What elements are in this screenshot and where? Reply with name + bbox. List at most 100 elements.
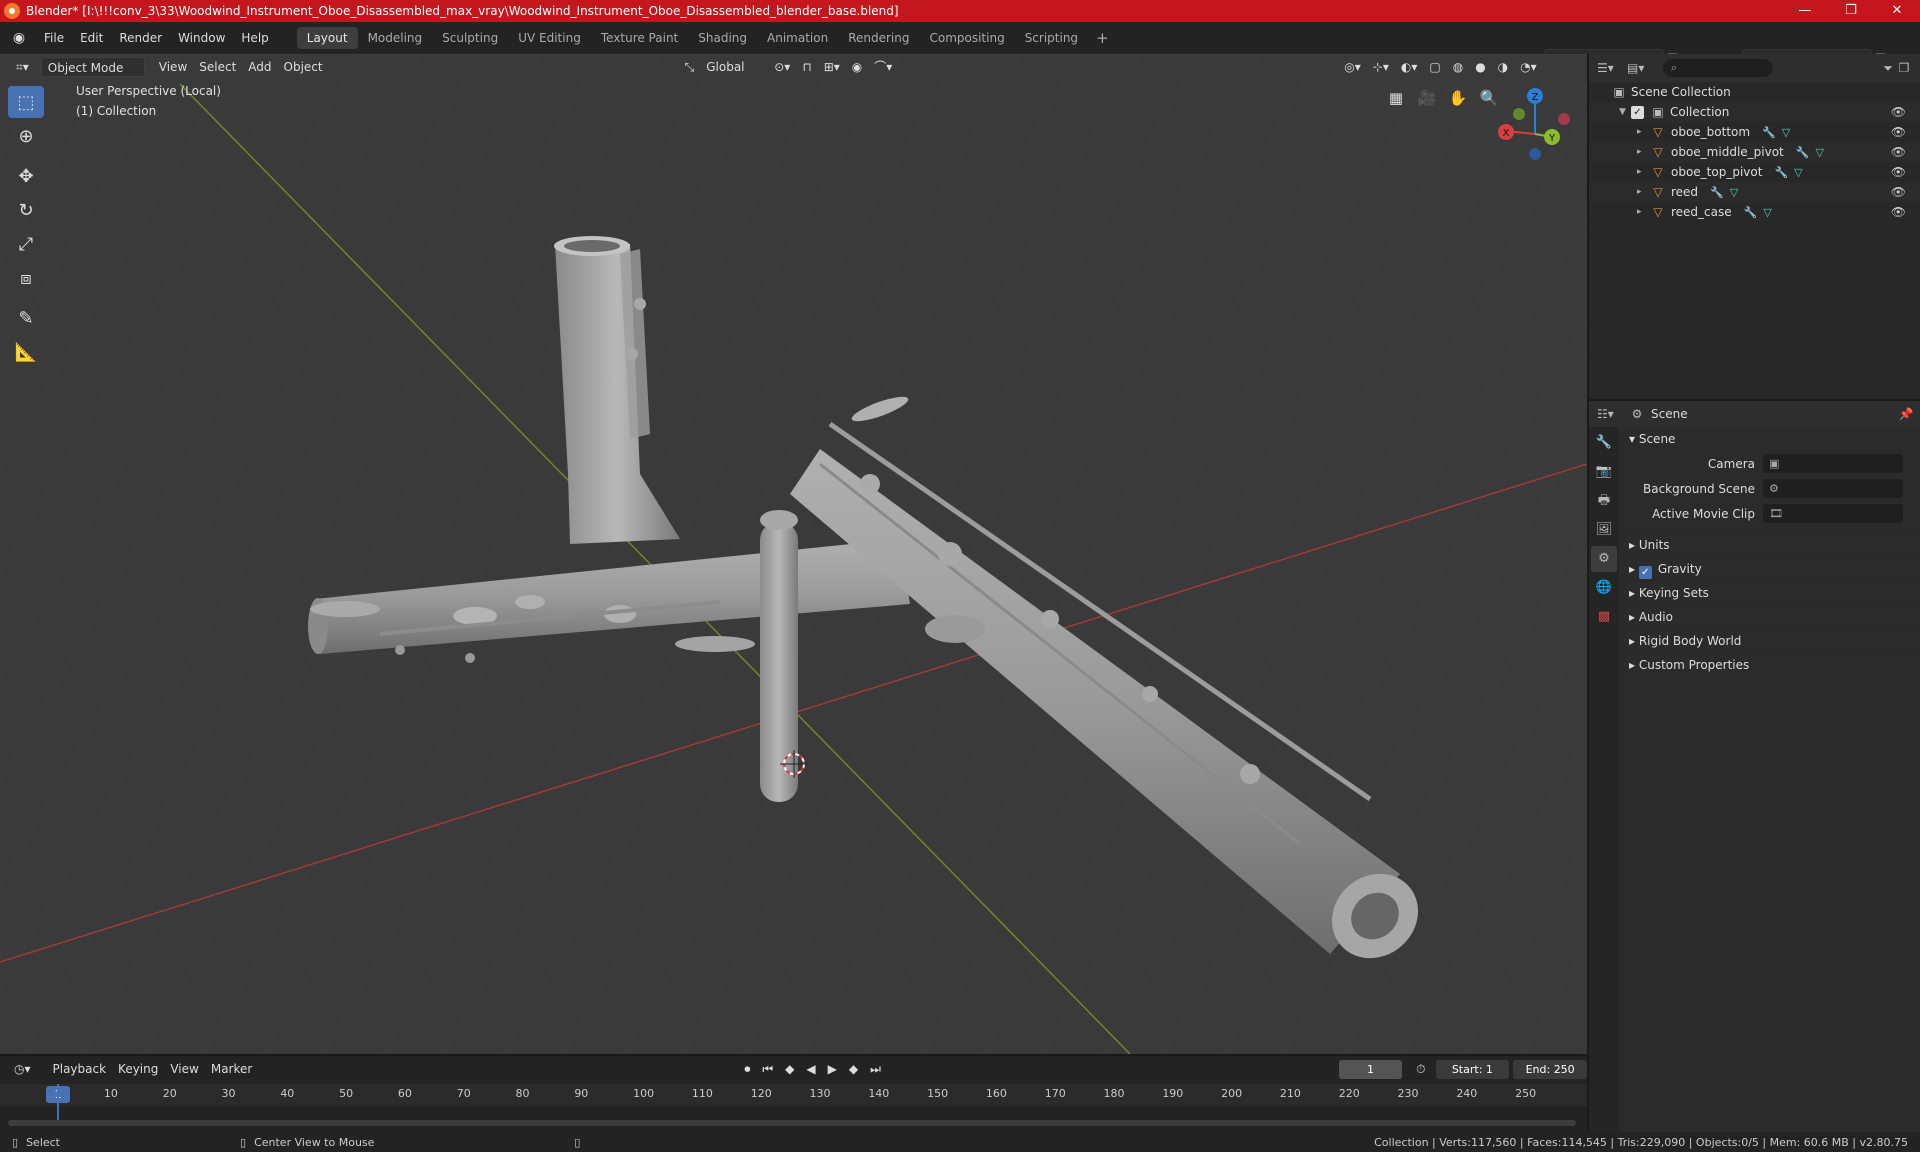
scale-tool-icon[interactable]: ⤢ bbox=[8, 228, 44, 260]
eye-icon[interactable]: 👁 bbox=[1891, 185, 1906, 199]
menu-render[interactable]: Render bbox=[111, 22, 170, 54]
tab-shading[interactable]: Shading bbox=[688, 27, 757, 49]
play-icon[interactable]: ▶ bbox=[822, 1059, 843, 1079]
modifier-icon[interactable]: 🔧 bbox=[1796, 146, 1810, 159]
play-reverse-icon[interactable]: ◀ bbox=[800, 1059, 821, 1079]
background-scene-field[interactable]: ⚙ bbox=[1763, 479, 1903, 498]
measure-tool-icon[interactable]: 📐 bbox=[8, 336, 44, 368]
viewport-menu-view[interactable]: View bbox=[153, 57, 193, 77]
render-tab-icon[interactable]: 📷 bbox=[1591, 459, 1617, 485]
transform-tool-icon[interactable]: ⧈ bbox=[8, 262, 44, 294]
editor-type-icon[interactable]: ⌗▾ bbox=[10, 57, 35, 77]
tool-tab-icon[interactable]: 🔧 bbox=[1591, 430, 1617, 456]
annotate-tool-icon[interactable]: ✎ bbox=[8, 302, 44, 334]
collection-checkbox[interactable]: ✓ bbox=[1631, 105, 1644, 119]
pin-icon[interactable]: 📌 bbox=[1898, 406, 1914, 422]
keying-sets-section[interactable]: ▸ Keying Sets bbox=[1623, 580, 1920, 604]
audio-section[interactable]: ▸ Audio bbox=[1623, 604, 1920, 628]
solid-shading-icon[interactable]: ● bbox=[1469, 57, 1491, 77]
eye-icon[interactable]: 👁 bbox=[1891, 125, 1906, 139]
xray-toggle-icon[interactable]: ▢ bbox=[1423, 57, 1446, 77]
reed-case-model[interactable] bbox=[760, 510, 798, 802]
blender-menu-icon[interactable]: ◉ bbox=[8, 29, 30, 47]
timeline-menu-view[interactable]: View bbox=[164, 1059, 204, 1079]
menu-help[interactable]: Help bbox=[233, 22, 276, 54]
proportional-edit-icon[interactable]: ◉ bbox=[846, 57, 868, 77]
texture-tab-icon[interactable]: ▩ bbox=[1591, 604, 1617, 630]
tab-compositing[interactable]: Compositing bbox=[919, 27, 1014, 49]
gravity-section[interactable]: ▸ ✓ Gravity bbox=[1623, 556, 1920, 580]
viewport-menu-select[interactable]: Select bbox=[193, 57, 242, 77]
outliner-search-input[interactable]: ⌕ bbox=[1663, 59, 1773, 77]
transform-orientation-dropdown[interactable]: Global bbox=[700, 57, 760, 77]
new-collection-icon[interactable]: ❐ bbox=[1896, 60, 1912, 76]
toggle-camera-grid-icon[interactable]: ▦ bbox=[1382, 84, 1410, 112]
movie-clip-field[interactable]: 🎞 bbox=[1763, 504, 1903, 523]
timeline-menu-playback[interactable]: Playback bbox=[47, 1059, 113, 1079]
viewport-menu-object[interactable]: Object bbox=[278, 57, 329, 77]
eye-icon[interactable]: 👁 bbox=[1891, 165, 1906, 179]
scene-panel-header[interactable]: ▾ Scene bbox=[1623, 427, 1920, 451]
expand-triangle-icon[interactable]: ▸ bbox=[1637, 127, 1649, 137]
zoom-view-icon[interactable]: 🔍 bbox=[1475, 84, 1503, 112]
transform-orientation-icon[interactable]: ⤡ bbox=[679, 57, 701, 77]
maximize-button[interactable]: ❐ bbox=[1828, 0, 1874, 22]
tab-texture-paint[interactable]: Texture Paint bbox=[591, 27, 688, 49]
tab-uv-editing[interactable]: UV Editing bbox=[508, 27, 591, 49]
expand-triangle-icon[interactable]: ▸ bbox=[1637, 187, 1649, 197]
tab-layout[interactable]: Layout bbox=[296, 27, 358, 49]
overlay-toggle-icon[interactable]: ◐▾ bbox=[1395, 57, 1424, 77]
timeline-scrollbar[interactable] bbox=[8, 1120, 1576, 1126]
scene-tab-icon[interactable]: ⚙ bbox=[1591, 546, 1617, 572]
mesh-data-icon[interactable]: ▽ bbox=[1815, 146, 1823, 159]
prev-keyframe-icon[interactable]: ◆ bbox=[779, 1059, 800, 1079]
view-layer-tab-icon[interactable]: 🖼 bbox=[1591, 517, 1617, 543]
end-frame-field[interactable]: End: 250 bbox=[1513, 1059, 1587, 1079]
snap-target-icon[interactable]: ⊞▾ bbox=[818, 57, 846, 77]
menu-edit[interactable]: Edit bbox=[72, 22, 111, 54]
filter-icon[interactable]: ⏷ bbox=[1880, 60, 1896, 76]
collection-row[interactable]: ▼ ✓ ▣ Collection 👁 bbox=[1589, 102, 1920, 122]
custom-properties-section[interactable]: ▸ Custom Properties bbox=[1623, 652, 1920, 676]
record-icon[interactable]: ⏺ bbox=[738, 1059, 756, 1079]
move-tool-icon[interactable]: ✥ bbox=[8, 160, 44, 192]
viewport-menu-add[interactable]: Add bbox=[242, 57, 277, 77]
eye-icon[interactable]: 👁 bbox=[1891, 145, 1906, 159]
3d-viewport[interactable]: Z X Y ⌗▾ Object Mode View Select Add Obj… bbox=[0, 54, 1587, 1054]
modifier-icon[interactable]: 🔧 bbox=[1710, 186, 1724, 199]
rotate-tool-icon[interactable]: ↻ bbox=[8, 194, 44, 226]
select-box-tool-icon[interactable]: ⬚ bbox=[8, 86, 44, 118]
camera-field[interactable]: ▣ bbox=[1763, 454, 1903, 473]
tab-sculpting[interactable]: Sculpting bbox=[432, 27, 508, 49]
camera-view-icon[interactable]: 🎥 bbox=[1413, 84, 1441, 112]
rendered-shading-icon[interactable]: ◔▾ bbox=[1514, 57, 1543, 77]
tab-modeling[interactable]: Modeling bbox=[358, 27, 433, 49]
pan-view-icon[interactable]: ✋ bbox=[1444, 84, 1472, 112]
material-shading-icon[interactable]: ◑ bbox=[1492, 57, 1514, 77]
expand-triangle-icon[interactable]: ▼ bbox=[1619, 107, 1631, 117]
current-frame-field[interactable]: 1 bbox=[1338, 1059, 1403, 1079]
outliner-item-reed[interactable]: ▸ ▽ reed 🔧 ▽ 👁 bbox=[1589, 182, 1920, 202]
timeline-menu-marker[interactable]: Marker bbox=[205, 1059, 258, 1079]
frame-ruler[interactable]: 1102030405060708090100110120130140150160… bbox=[0, 1084, 1587, 1106]
outliner-item-oboe-top-pivot[interactable]: ▸ ▽ oboe_top_pivot 🔧 ▽ 👁 bbox=[1589, 162, 1920, 182]
wireframe-shading-icon[interactable]: ◍ bbox=[1447, 57, 1469, 77]
tab-scripting[interactable]: Scripting bbox=[1015, 27, 1088, 49]
expand-triangle-icon[interactable]: ▸ bbox=[1637, 147, 1649, 157]
timeline-menu-keying[interactable]: Keying bbox=[112, 1059, 164, 1079]
mesh-data-icon[interactable]: ▽ bbox=[1794, 166, 1802, 179]
jump-start-icon[interactable]: ⏮ bbox=[756, 1059, 779, 1079]
mesh-data-icon[interactable]: ▽ bbox=[1782, 126, 1790, 139]
visibility-icon[interactable]: ◎▾ bbox=[1338, 57, 1367, 77]
tab-animation[interactable]: Animation bbox=[757, 27, 838, 49]
add-workspace-button[interactable]: + bbox=[1088, 29, 1117, 47]
gravity-checkbox[interactable]: ✓ bbox=[1638, 566, 1652, 579]
display-mode-icon[interactable]: ▤▾ bbox=[1627, 60, 1644, 76]
expand-triangle-icon[interactable]: ▸ bbox=[1637, 167, 1649, 177]
modifier-icon[interactable]: 🔧 bbox=[1774, 166, 1788, 179]
menu-window[interactable]: Window bbox=[170, 22, 233, 54]
falloff-icon[interactable]: ⌒▾ bbox=[868, 57, 898, 77]
outliner-item-reed-case[interactable]: ▸ ▽ reed_case 🔧 ▽ 👁 bbox=[1589, 202, 1920, 222]
scene-collection-row[interactable]: ▣ Scene Collection bbox=[1589, 82, 1920, 102]
close-button[interactable]: ✕ bbox=[1874, 0, 1920, 22]
